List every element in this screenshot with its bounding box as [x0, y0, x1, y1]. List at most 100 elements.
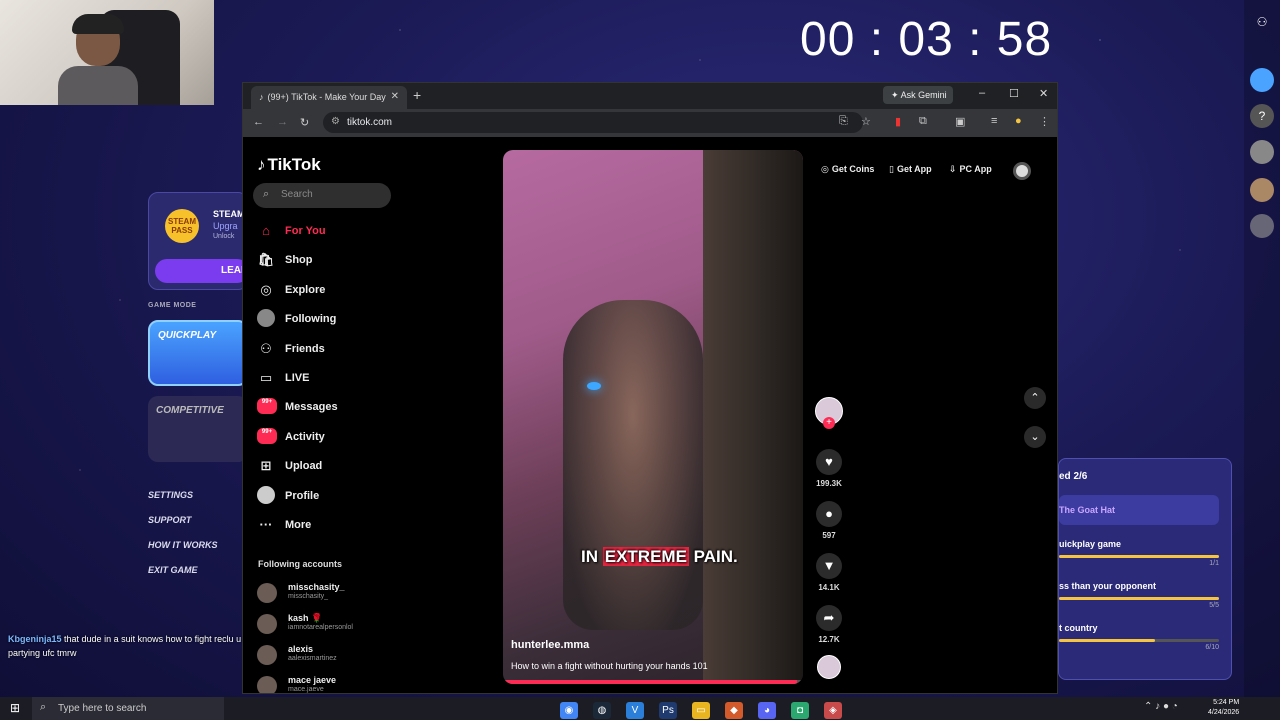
nav-upload[interactable]: ⊞ Upload: [257, 455, 338, 484]
profile-icon[interactable]: ●: [1015, 115, 1022, 127]
gemini-icon: ✦: [891, 90, 899, 100]
following-avatar: [257, 309, 275, 328]
steam-pass-badge: STEAM PASS: [165, 209, 199, 243]
taskbar-clock[interactable]: 5:24 PM 4/24/2026: [1208, 698, 1239, 718]
new-tab-icon[interactable]: +: [413, 87, 421, 103]
competitive-card[interactable]: COMPETITIVE: [148, 396, 248, 462]
game-mode-label: GAME MODE: [148, 302, 197, 309]
tiktok-nav: ⌂ For You 🛍 Shop ◎ Explore Following ⚇ Frien…: [257, 220, 338, 543]
save-count: 14.1K: [818, 583, 840, 592]
windows-start-icon[interactable]: ⊞: [10, 701, 20, 715]
pc-app-button[interactable]: ⇩ PC App: [949, 164, 992, 175]
maps-icon[interactable]: ◈: [824, 702, 842, 719]
bookmark-star-icon[interactable]: ☆: [861, 115, 871, 128]
extension-icon[interactable]: ▮: [895, 115, 901, 128]
quickplay-card[interactable]: QUICKPLAY: [148, 320, 248, 386]
close-tab-icon[interactable]: ✕: [391, 91, 399, 102]
previous-video-chevron-up-icon[interactable]: ⌃: [1024, 387, 1046, 409]
settings-link[interactable]: SETTINGS: [148, 490, 218, 515]
photoshop-icon[interactable]: Ps: [659, 702, 677, 719]
discord-icon[interactable]: ◕: [758, 702, 776, 719]
next-video-chevron-down-icon[interactable]: ⌄: [1024, 426, 1046, 448]
extension-icon[interactable]: ▣: [955, 115, 965, 128]
site-info-icon[interactable]: ⚙: [331, 116, 340, 127]
sound-avatar-button[interactable]: [811, 655, 847, 679]
quest-highlight: The Goat Hat: [1059, 495, 1219, 525]
upload-icon: ⊞: [260, 458, 272, 474]
nav-activity[interactable]: 99+ Activity: [257, 426, 338, 455]
nav-friends[interactable]: ⚇ Friends: [257, 338, 338, 367]
steam-icon[interactable]: ◍: [593, 702, 611, 719]
support-link[interactable]: SUPPORT: [148, 515, 218, 540]
chrome-icon[interactable]: ◉: [560, 702, 578, 719]
video-progress-bar[interactable]: [503, 680, 803, 684]
nav-following[interactable]: Following: [257, 308, 338, 337]
url-field[interactable]: ⚙ tiktok.com: [323, 112, 863, 133]
nav-for-you[interactable]: ⌂ For You: [257, 220, 338, 249]
network-icon[interactable]: ◔: [1172, 701, 1178, 712]
browser-icon[interactable]: ◆: [725, 702, 743, 719]
reload-icon[interactable]: ↻: [300, 116, 309, 129]
save-button[interactable]: ▼ 14.1K: [811, 553, 847, 592]
video-author[interactable]: hunterlee.mma: [511, 639, 589, 651]
install-icon[interactable]: ⎘: [839, 115, 848, 128]
get-coins-button[interactable]: ◎ Get Coins: [821, 164, 874, 175]
learn-more-button[interactable]: LEAR: [155, 259, 249, 283]
taskbar-search-placeholder: Type here to search: [58, 703, 147, 714]
avatar: [257, 645, 277, 665]
nav-explore[interactable]: ◎ Explore: [257, 279, 338, 308]
speaker-icon[interactable]: ♪: [1155, 701, 1160, 712]
creator-avatar-button[interactable]: +: [811, 397, 847, 429]
people-icon[interactable]: ⚇: [1250, 10, 1274, 34]
back-icon[interactable]: ←: [253, 116, 264, 128]
search-input[interactable]: ⌕ Search: [253, 183, 391, 208]
avatar[interactable]: [1250, 214, 1274, 238]
clock-time: 5:24 PM: [1213, 699, 1240, 706]
tab-tiktok[interactable]: ♪ (99+) TikTok - Make Your Day ✕: [251, 86, 407, 109]
tiktok-logo[interactable]: ♪ TikTok: [257, 155, 321, 175]
minimize-icon[interactable]: –: [979, 87, 985, 99]
quest-title: ed 2/6: [1059, 471, 1088, 482]
video-scene-light: [587, 382, 601, 390]
avatar[interactable]: [1250, 140, 1274, 164]
avatar[interactable]: [1250, 178, 1274, 202]
comment-button[interactable]: ● 597: [811, 501, 847, 540]
get-app-button[interactable]: ▯ Get App: [889, 164, 932, 175]
like-button[interactable]: ♥ 199.3K: [811, 449, 847, 488]
comment-icon: ●: [816, 501, 842, 527]
search-icon: ⌕: [263, 188, 270, 200]
app-icon[interactable]: ◘: [791, 702, 809, 719]
steam-pass-card[interactable]: STEAM PASS STEAM Upgra Unlock LEAR: [148, 192, 249, 290]
vscode-icon[interactable]: V: [626, 702, 644, 719]
webcam-overlay: [0, 0, 214, 105]
chevron-up-icon[interactable]: ⌃: [1144, 701, 1152, 712]
nav-more[interactable]: ··· More: [257, 514, 338, 543]
mic-icon[interactable]: ●: [1163, 701, 1169, 712]
phone-icon: ▯: [889, 164, 894, 174]
tab-bar: ♪ (99+) TikTok - Make Your Day ✕ + ✦ Ask …: [243, 83, 1057, 109]
nav-messages[interactable]: 99+ Messages: [257, 396, 338, 425]
forward-icon[interactable]: →: [277, 116, 288, 128]
avatar[interactable]: [1250, 68, 1274, 92]
menu-icon[interactable]: ⋮: [1039, 115, 1050, 128]
nav-profile[interactable]: Profile: [257, 485, 338, 514]
profile-avatar[interactable]: [1013, 162, 1031, 180]
help-icon[interactable]: ?: [1250, 104, 1274, 128]
more-icon: ···: [259, 516, 273, 532]
nav-shop[interactable]: 🛍 Shop: [257, 249, 338, 278]
video-player[interactable]: IN EXTREME PAIN. hunterlee.mma How to wi…: [503, 150, 803, 684]
nav-live[interactable]: ▭ LIVE: [257, 367, 338, 396]
folder-icon[interactable]: ▭: [692, 702, 710, 719]
close-window-icon[interactable]: ✕: [1039, 87, 1048, 100]
how-it-works-link[interactable]: HOW IT WORKS: [148, 540, 218, 565]
media-icon[interactable]: ≡: [991, 115, 997, 127]
maximize-icon[interactable]: ☐: [1009, 87, 1019, 100]
shop-icon: 🛍: [257, 252, 275, 268]
taskbar-search[interactable]: ⌕ Type here to search: [32, 697, 224, 720]
share-button[interactable]: ➦ 12.7K: [811, 605, 847, 644]
tiktok-note-icon: ♪: [257, 155, 266, 174]
follow-plus-icon[interactable]: +: [823, 417, 835, 429]
ask-gemini-button[interactable]: ✦ Ask Gemini: [883, 86, 953, 104]
extension-icon[interactable]: ⧉: [919, 115, 927, 128]
exit-game-link[interactable]: EXIT GAME: [148, 565, 218, 590]
